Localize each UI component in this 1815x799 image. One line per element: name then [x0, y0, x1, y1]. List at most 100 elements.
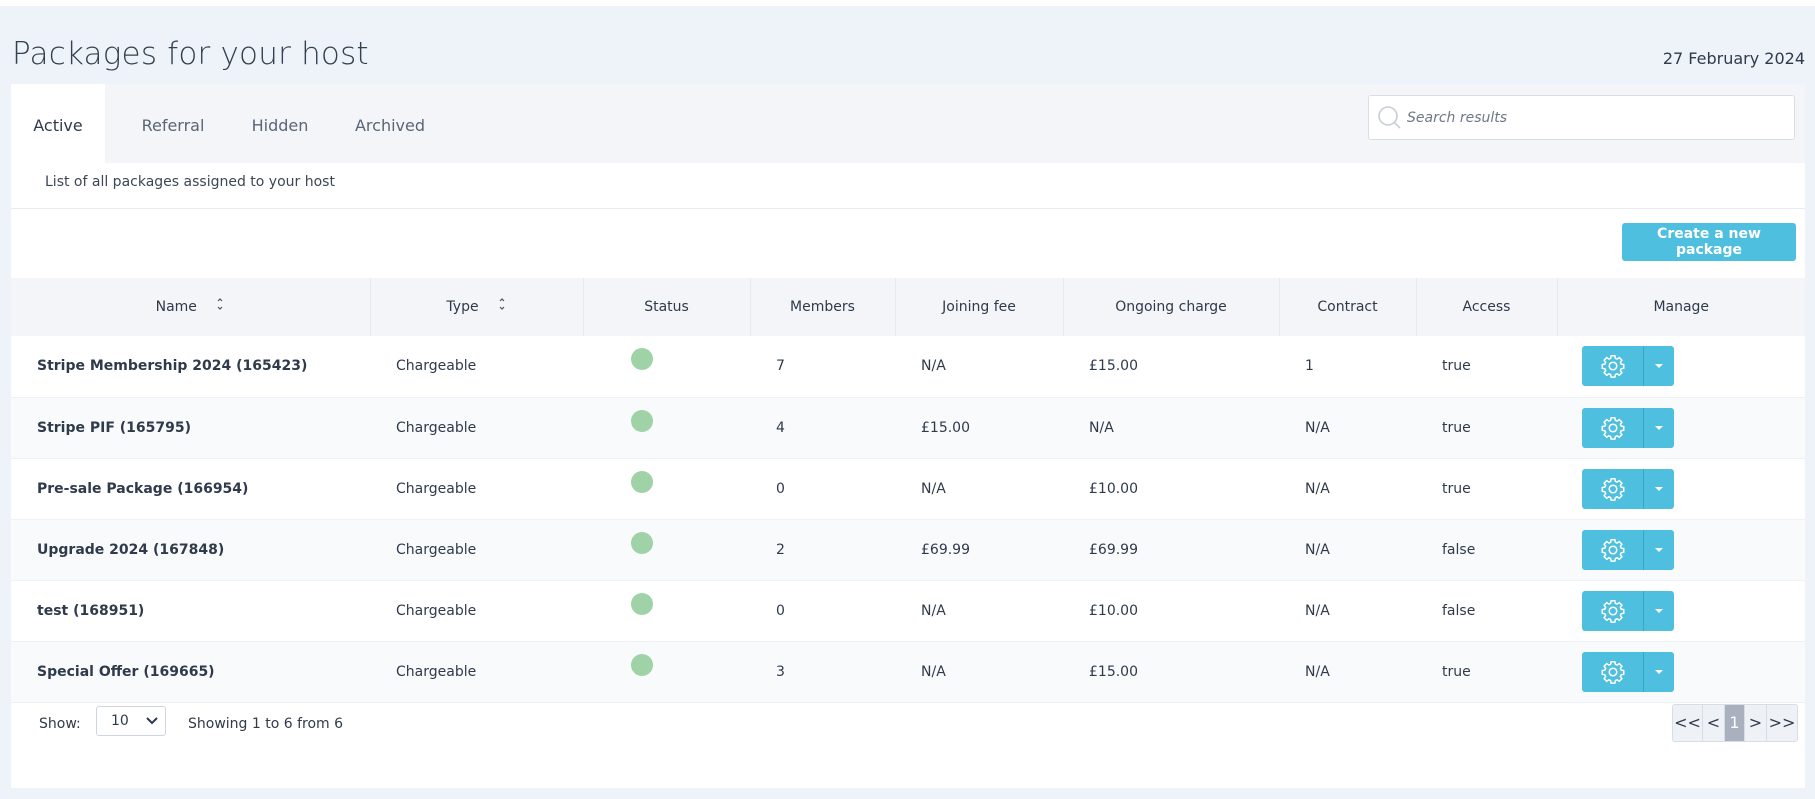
package-contract: N/A [1279, 580, 1416, 642]
package-joining-fee: N/A [895, 580, 1063, 642]
manage-button-group [1582, 651, 1674, 692]
column-header-ongoing-charge: Ongoing charge [1063, 278, 1280, 336]
package-access: true [1416, 397, 1557, 459]
gear-icon [1601, 538, 1624, 562]
show-label: Show: [39, 716, 81, 732]
column-header-manage: Manage [1557, 278, 1805, 336]
chevron-down-icon [146, 717, 158, 725]
table-header-row: Name Type Status Members Joining fee Ong… [11, 278, 1805, 336]
package-ongoing-charge: £69.99 [1063, 519, 1279, 581]
column-header-joining-fee: Joining fee [895, 278, 1064, 336]
package-name[interactable]: Special Offer (169665) [11, 641, 370, 703]
package-joining-fee: N/A [895, 641, 1063, 703]
settings-button[interactable] [1582, 346, 1643, 387]
showing-count: Showing 1 to 6 from 6 [188, 716, 344, 732]
package-contract: N/A [1279, 397, 1416, 459]
package-contract: N/A [1279, 641, 1416, 703]
package-type: Chargeable [370, 580, 583, 642]
tab-referral[interactable]: Referral [115, 84, 231, 163]
settings-button[interactable] [1582, 468, 1643, 509]
status-dot-icon [631, 470, 653, 493]
table-row: Upgrade 2024 (167848) Chargeable 2 £69.99 £6… [11, 519, 1805, 581]
column-header-status: Status [583, 278, 751, 336]
package-ongoing-charge: N/A [1063, 397, 1279, 459]
manage-dropdown-button[interactable] [1643, 529, 1674, 570]
package-name[interactable]: Stripe PIF (165795) [11, 397, 370, 459]
settings-button[interactable] [1582, 407, 1643, 448]
settings-button[interactable] [1582, 590, 1643, 631]
settings-button[interactable] [1582, 651, 1643, 692]
status-dot-icon [631, 653, 653, 676]
package-manage [1557, 641, 1805, 703]
tab-archived[interactable]: Archived [334, 84, 446, 163]
column-header-members: Members [750, 278, 896, 336]
search-box [1368, 95, 1795, 140]
package-ongoing-charge: £10.00 [1063, 580, 1279, 642]
package-name[interactable]: Upgrade 2024 (167848) [11, 519, 370, 581]
pager-last[interactable]: >> [1767, 705, 1797, 741]
package-members: 3 [750, 641, 895, 703]
search-input[interactable] [1407, 96, 1787, 139]
page-size-select[interactable]: 10 [96, 706, 166, 736]
column-header-access: Access [1416, 278, 1558, 336]
page-size-value: 10 [111, 713, 129, 729]
manage-dropdown-button[interactable] [1643, 346, 1674, 387]
status-dot-icon [631, 592, 653, 615]
gear-icon [1601, 477, 1624, 501]
sort-icon[interactable] [497, 296, 507, 312]
pager-first[interactable]: << [1673, 705, 1703, 741]
packages-panel: Active Referral Hidden Archived List of … [11, 84, 1805, 788]
package-ongoing-charge: £15.00 [1063, 641, 1279, 703]
panel-subtitle: List of all packages assigned to your ho… [45, 174, 335, 190]
column-header-name[interactable]: Name [11, 278, 371, 336]
package-manage [1557, 519, 1805, 581]
package-name[interactable]: test (168951) [11, 580, 370, 642]
tab-hidden[interactable]: Hidden [235, 84, 325, 163]
package-members: 4 [750, 397, 895, 459]
sort-icon[interactable] [215, 296, 225, 312]
package-joining-fee: £69.99 [895, 519, 1063, 581]
status-dot-icon [631, 348, 653, 371]
table-row: Stripe PIF (165795) Chargeable 4 £15.00 N/A N… [11, 397, 1805, 459]
caret-down-icon [1655, 608, 1663, 613]
package-members: 0 [750, 580, 895, 642]
package-name[interactable]: Stripe Membership 2024 (165423) [11, 336, 370, 398]
package-members: 7 [750, 336, 895, 398]
gear-icon [1601, 416, 1624, 440]
settings-button[interactable] [1582, 529, 1643, 570]
gear-icon [1601, 599, 1624, 623]
package-access: true [1416, 336, 1557, 398]
packages-table: Name Type Status Members Joining fee Ong… [11, 278, 1805, 703]
manage-dropdown-button[interactable] [1643, 407, 1674, 448]
manage-button-group [1582, 407, 1674, 448]
tab-active[interactable]: Active [11, 84, 105, 163]
package-type: Chargeable [370, 641, 583, 703]
manage-button-group [1582, 468, 1674, 509]
pager-prev[interactable]: < [1703, 705, 1725, 741]
pager-next[interactable]: > [1745, 705, 1767, 741]
caret-down-icon [1655, 364, 1663, 369]
package-status [583, 458, 750, 520]
package-manage [1557, 580, 1805, 642]
manage-dropdown-button[interactable] [1643, 651, 1674, 692]
manage-button-group [1582, 529, 1674, 570]
pager-page-1[interactable]: 1 [1725, 705, 1745, 741]
package-joining-fee: £15.00 [895, 397, 1063, 459]
create-package-button[interactable]: Create a new package [1622, 223, 1796, 261]
caret-down-icon [1655, 669, 1663, 674]
caret-down-icon [1655, 425, 1663, 430]
page-date: 27 February 2024 [1662, 49, 1805, 68]
manage-dropdown-button[interactable] [1643, 468, 1674, 509]
caret-down-icon [1655, 486, 1663, 491]
status-dot-icon [631, 531, 653, 554]
package-manage [1557, 458, 1805, 520]
package-status [583, 641, 750, 703]
column-header-type[interactable]: Type [370, 278, 584, 336]
package-joining-fee: N/A [895, 336, 1063, 398]
manage-dropdown-button[interactable] [1643, 590, 1674, 631]
table-row: Stripe Membership 2024 (165423) Chargeabl… [11, 336, 1805, 398]
package-contract: N/A [1279, 458, 1416, 520]
table-row: Pre-sale Package (166954) Chargeable 0 N/A £… [11, 458, 1805, 520]
package-status [583, 397, 750, 459]
package-name[interactable]: Pre-sale Package (166954) [11, 458, 370, 520]
